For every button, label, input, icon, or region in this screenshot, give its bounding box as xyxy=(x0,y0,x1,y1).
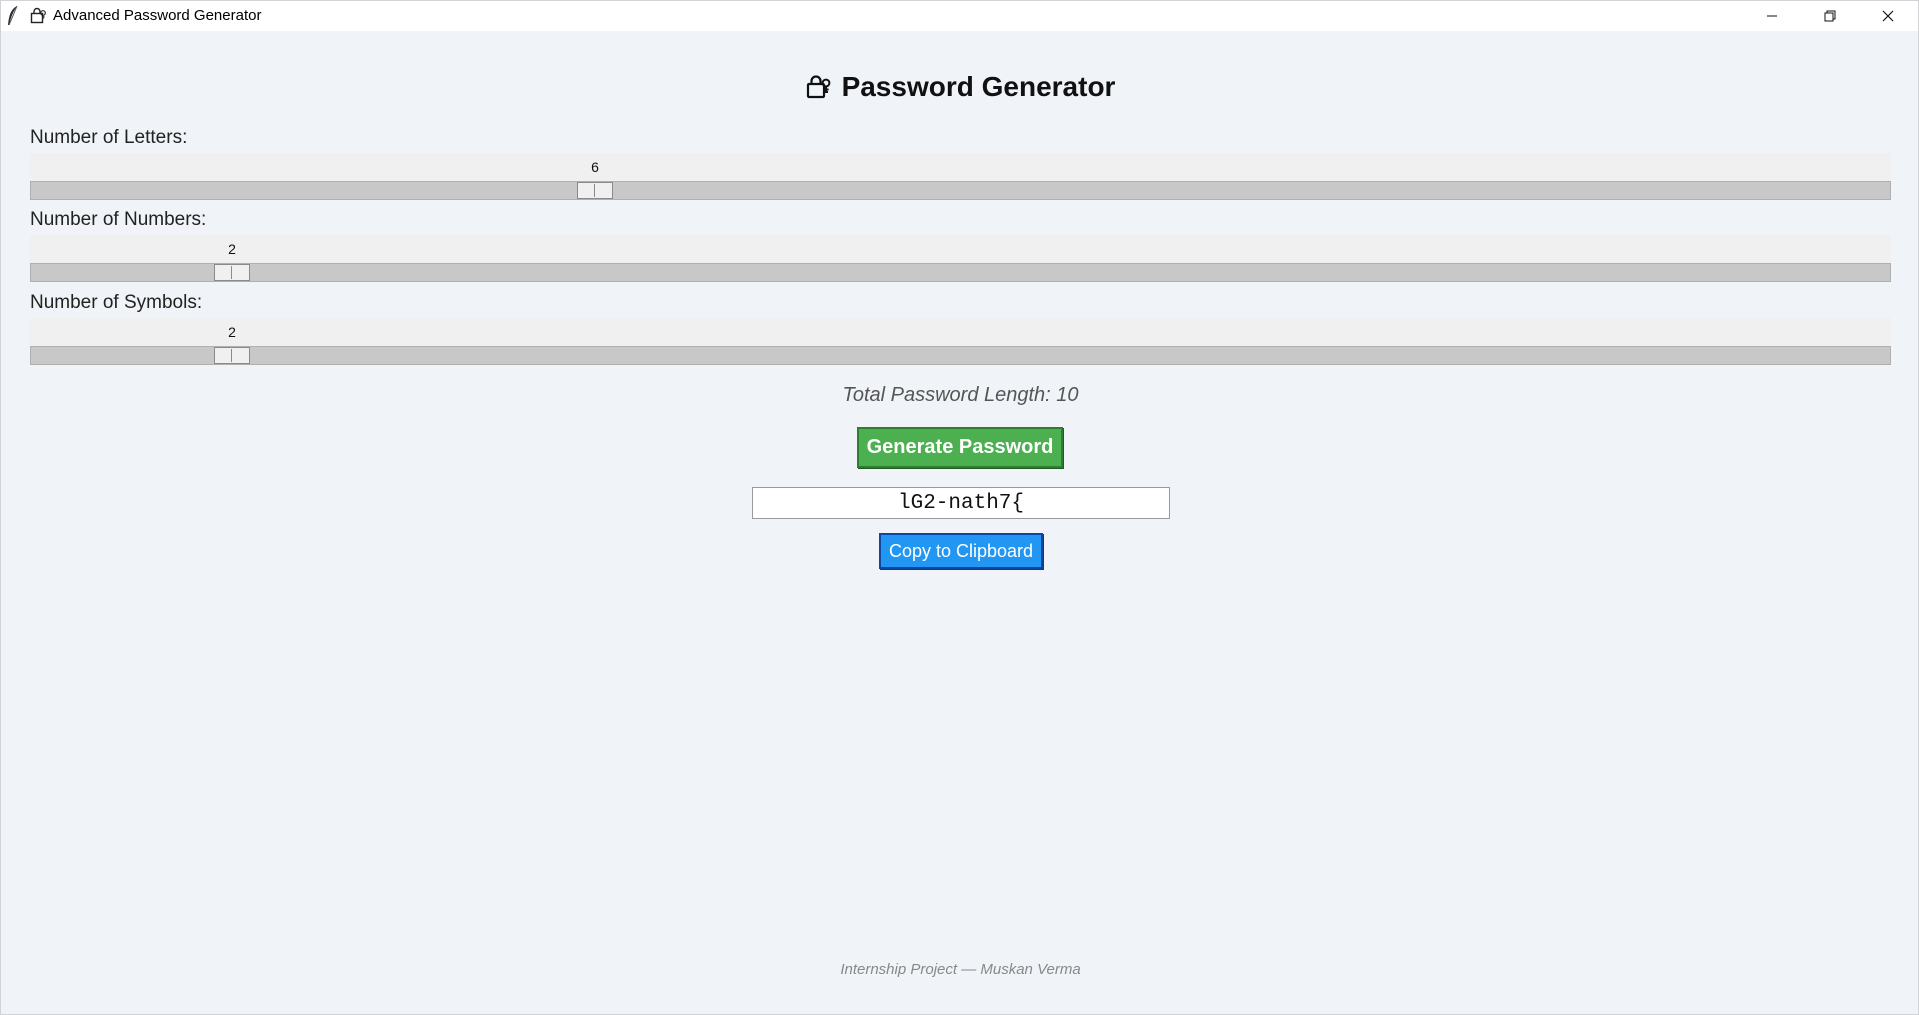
letters-slider-value: 6 xyxy=(591,159,599,175)
symbols-slider-trough[interactable] xyxy=(30,346,1891,365)
symbols-slider-thumb[interactable] xyxy=(214,347,250,364)
numbers-slider-thumb[interactable] xyxy=(214,264,250,281)
numbers-label: Number of Numbers: xyxy=(30,209,207,230)
generate-password-button[interactable]: Generate Password xyxy=(857,427,1063,468)
numbers-slider[interactable]: 2 xyxy=(30,235,1891,282)
letters-slider[interactable]: 6 xyxy=(30,153,1891,200)
close-button[interactable] xyxy=(1859,1,1916,31)
symbols-label: Number of Symbols: xyxy=(30,292,203,313)
copy-to-clipboard-button[interactable]: Copy to Clipboard xyxy=(879,533,1043,569)
lock-icon xyxy=(806,74,832,100)
title-bar[interactable]: Advanced Password Generator xyxy=(1,1,1918,31)
minimize-button[interactable] xyxy=(1743,1,1800,31)
symbols-slider-value: 2 xyxy=(228,324,236,340)
restore-icon xyxy=(1824,10,1835,22)
symbols-slider[interactable]: 2 xyxy=(30,318,1891,365)
close-icon xyxy=(1882,10,1893,22)
letters-label: Number of Letters: xyxy=(30,127,188,148)
page-title-text: Password Generator xyxy=(841,71,1116,102)
total-length-text: Total Password Length: 10 xyxy=(842,384,1079,406)
page-title: Password Generator xyxy=(1,71,1919,103)
letters-slider-thumb[interactable] xyxy=(577,182,613,199)
password-output-field[interactable] xyxy=(752,487,1170,519)
letters-slider-trough[interactable] xyxy=(30,181,1891,200)
window-title: Advanced Password Generator xyxy=(53,7,262,24)
restore-button[interactable] xyxy=(1801,1,1858,31)
numbers-slider-trough[interactable] xyxy=(30,263,1891,282)
numbers-slider-value: 2 xyxy=(228,241,236,257)
app-window: Advanced Password Generator Password Gen… xyxy=(0,0,1919,1015)
footer-credit: Internship Project — Muskan Verma xyxy=(840,961,1081,978)
lock-icon xyxy=(30,7,47,24)
feather-icon xyxy=(5,5,21,27)
minimize-icon xyxy=(1766,15,1777,17)
